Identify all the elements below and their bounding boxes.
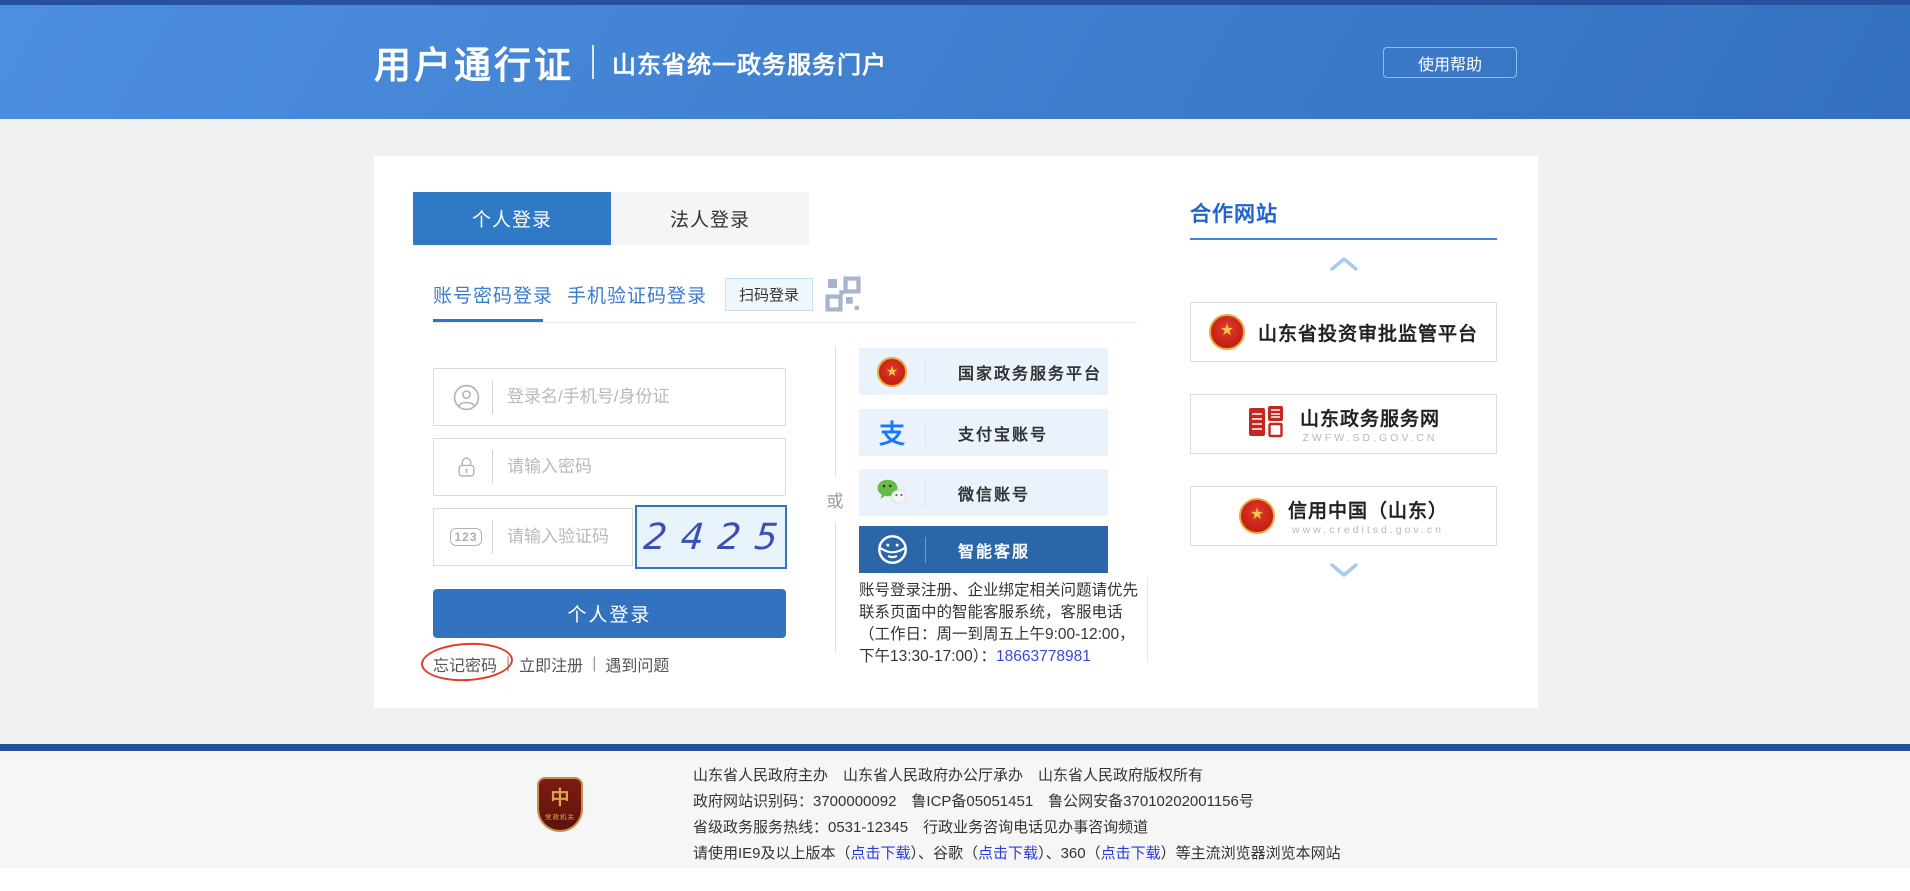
- field-separator: [492, 380, 493, 414]
- method-scan-login[interactable]: 扫码登录: [725, 278, 813, 311]
- wechat-icon: [859, 478, 925, 507]
- help-button[interactable]: 使用帮助: [1383, 47, 1517, 78]
- field-separator: [492, 520, 493, 554]
- method-password-login[interactable]: 账号密码登录: [433, 281, 553, 308]
- partner-sites-title: 合作网站: [1190, 198, 1278, 228]
- captcha-value: 2425: [628, 517, 794, 558]
- or-divider: 或: [818, 346, 852, 653]
- alipay-login-button[interactable]: 支 支付宝账号: [859, 409, 1108, 456]
- footer-line-hotline: 省级政务服务热线：0531-12345 行政业务咨询电话见办事咨询频道: [693, 815, 1341, 841]
- footer-line-sponsor: 山东省人民政府主办 山东省人民政府办公厅承办 山东省人民政府版权所有: [693, 763, 1341, 789]
- link-separator: |: [506, 655, 510, 673]
- ie-download-link[interactable]: 点击下载: [851, 845, 911, 862]
- footer: 中 党政机关 山东省人民政府主办 山东省人民政府办公厅承办 山东省人民政府版权所…: [0, 751, 1910, 868]
- page-subtitle: 山东省统一政务服务门户: [612, 45, 887, 80]
- partner-card-investment-platform[interactable]: ★ 山东省投资审批监管平台: [1190, 302, 1497, 362]
- national-emblem-icon: ★: [859, 357, 925, 387]
- smart-service-icon: [859, 533, 925, 566]
- smart-service-button[interactable]: 智能客服: [859, 526, 1108, 573]
- methods-divider-line: [433, 322, 1137, 323]
- national-emblem-icon: ★: [1239, 498, 1275, 534]
- password-field[interactable]: [433, 438, 786, 496]
- personal-login-button[interactable]: 个人登录: [433, 589, 786, 638]
- username-input[interactable]: [507, 387, 785, 407]
- brand: 用户通行证 山东省统一政务服务门户: [374, 5, 887, 119]
- bottom-white-strip: [0, 868, 1910, 891]
- field-separator: [492, 450, 493, 484]
- or-divider-line-bottom: [835, 522, 836, 653]
- login-card: 个人登录 法人登录 账号密码登录 手机验证码登录 扫码登录: [374, 156, 1538, 708]
- footer-line-browser: 请使用IE9及以上版本（点击下载）、谷歌（点击下载）、360（点击下载）等主流浏…: [693, 841, 1341, 867]
- government-badge-icon: 中 党政机关: [537, 777, 583, 832]
- button-divider: [925, 537, 926, 563]
- footer-top-bar: [0, 744, 1910, 751]
- login-methods: 账号密码登录 手机验证码登录 扫码登录: [433, 274, 861, 314]
- partner-title-underline: [1190, 238, 1497, 240]
- brand-divider: [592, 45, 594, 79]
- method-sms-login[interactable]: 手机验证码登录: [567, 281, 707, 308]
- carousel-down-button[interactable]: [1190, 562, 1497, 578]
- captcha-input[interactable]: [507, 527, 632, 547]
- captcha-field[interactable]: 123: [433, 508, 633, 566]
- footer-text: 山东省人民政府主办 山东省人民政府办公厅承办 山东省人民政府版权所有 政府网站识…: [693, 763, 1341, 867]
- page: 用户通行证 山东省统一政务服务门户 使用帮助 个人登录 法人登录 账号密码登录 …: [0, 0, 1910, 891]
- notice-divider-line: [1147, 577, 1148, 662]
- problem-link[interactable]: 遇到问题: [605, 652, 669, 676]
- captcha-123-icon: 123: [450, 528, 482, 546]
- captcha-image[interactable]: 2425: [635, 505, 787, 569]
- national-emblem-icon: ★: [1209, 314, 1245, 350]
- password-input[interactable]: [507, 457, 785, 477]
- login-tabs: 个人登录 法人登录: [413, 192, 809, 245]
- wechat-login-button[interactable]: 微信账号: [859, 469, 1108, 516]
- partner-sites-panel: 合作网站 ★ 山东省投资审批监管平台: [1190, 156, 1497, 708]
- or-label: 或: [827, 487, 844, 512]
- forgot-password-link[interactable]: 忘记密码: [433, 658, 497, 675]
- chrome-download-link[interactable]: 点击下载: [978, 845, 1038, 862]
- tab-personal-login[interactable]: 个人登录: [413, 192, 611, 245]
- link-separator: |: [592, 655, 596, 673]
- carousel-up-button[interactable]: [1190, 256, 1497, 272]
- button-divider: [925, 359, 926, 385]
- 360-download-link[interactable]: 点击下载: [1101, 845, 1161, 862]
- page-title: 用户通行证: [374, 35, 574, 89]
- partner-card-credit-china[interactable]: ★ 信用中国（山东） www.creditsd.gov.cn: [1190, 486, 1497, 546]
- footer-line-icp: 政府网站识别码：3700000092 鲁ICP备05051451 鲁公网安备37…: [693, 789, 1341, 815]
- tab-legal-login[interactable]: 法人登录: [611, 192, 809, 245]
- forgot-password-wrap: 忘记密码: [433, 652, 497, 676]
- login-links: 忘记密码 | 立即注册 | 遇到问题: [433, 652, 669, 676]
- lock-icon: [450, 455, 482, 480]
- button-divider: [925, 480, 926, 506]
- button-divider: [925, 420, 926, 446]
- red-seal-icon: [1247, 404, 1287, 445]
- user-icon: [450, 384, 482, 411]
- username-field[interactable]: [433, 368, 786, 426]
- service-phone-link[interactable]: 18663778981: [996, 648, 1091, 665]
- national-platform-login-button[interactable]: ★ 国家政务服务平台: [859, 348, 1108, 395]
- or-divider-line-top: [835, 346, 836, 477]
- customer-service-notice: 账号登录注册、企业绑定相关问题请优先联系页面中的智能客服系统，客服电话（工作日：…: [859, 580, 1147, 668]
- qr-code-icon[interactable]: [825, 276, 861, 312]
- register-link[interactable]: 立即注册: [519, 652, 583, 676]
- alipay-icon: 支: [859, 414, 925, 451]
- partner-card-government-service[interactable]: 山东政务服务网 ZWFW.SD.GOV.CN: [1190, 394, 1497, 454]
- header: 用户通行证 山东省统一政务服务门户 使用帮助: [0, 5, 1910, 119]
